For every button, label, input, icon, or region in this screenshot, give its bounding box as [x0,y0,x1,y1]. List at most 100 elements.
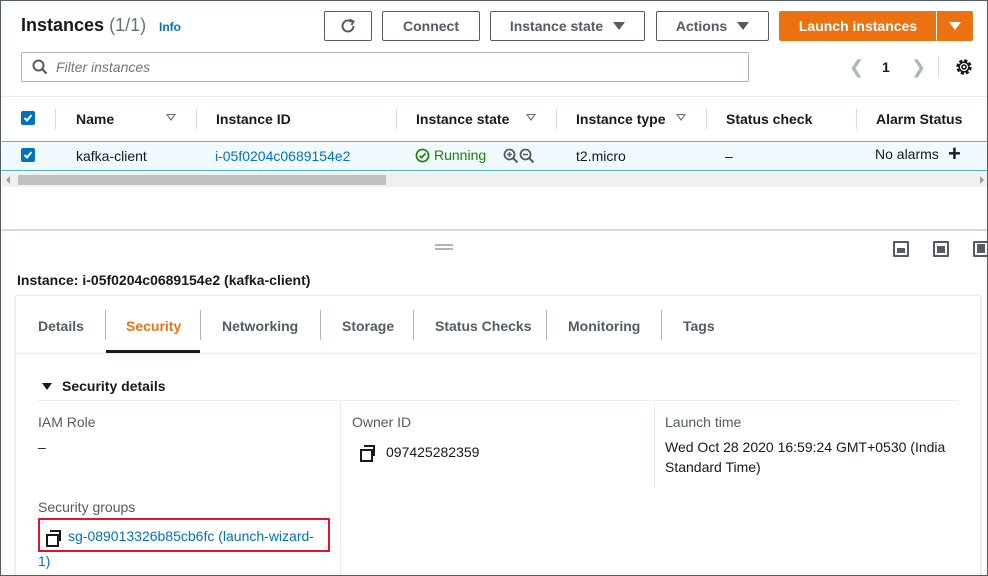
tab-separator [413,310,414,340]
owner-id-row: 097425282359 [360,444,480,462]
check-circle-icon [415,148,430,162]
column-separator [856,109,857,129]
instance-type: t2.micro [576,148,626,164]
previous-page-icon[interactable]: ❮ [849,57,864,78]
tab-tags[interactable]: Tags [683,318,715,334]
sort-icon[interactable] [676,114,686,121]
owner-id-value: 097425282359 [386,444,480,460]
filter-instances-input[interactable] [56,59,706,75]
detail-tabs: Details Security Networking Storage Stat… [16,296,980,354]
column-header-name[interactable]: Name [76,111,114,127]
launch-time-value-line1: Wed Oct 28 2020 16:59:24 GMT+0530 (India [665,439,946,455]
pager-divider [938,56,939,78]
sort-icon[interactable] [526,114,536,121]
instance-state-dropdown[interactable]: Instance state [490,11,645,41]
select-all-checkbox[interactable] [21,111,35,125]
iam-role-value: – [38,439,46,455]
column-header-alarm-status[interactable]: Alarm Status [876,111,962,127]
tab-separator [661,310,662,340]
resize-handle-icon[interactable] [435,244,453,250]
security-group-link[interactable]: sg-089013326b85cb6fc (launch-wizard- [68,528,314,544]
checkmark-icon [23,114,33,122]
column-separator [55,109,56,129]
security-details-toggle[interactable]: Security details [42,378,166,394]
checkmark-icon [23,151,33,159]
table-top-border [1,96,987,97]
tab-networking[interactable]: Networking [222,318,298,334]
caret-down-icon [613,22,626,30]
launch-time-value-line2: Standard Time) [665,459,761,475]
iam-role-label: IAM Role [38,414,96,430]
next-page-icon[interactable]: ❯ [911,57,926,78]
search-icon [32,59,48,75]
column-header-instance-state[interactable]: Instance state [416,111,509,127]
column-divider [340,402,341,575]
panel-view-small-icon[interactable] [893,241,909,257]
info-link[interactable]: Info [159,20,181,34]
caret-down-icon [42,382,52,390]
instance-detail-title: Instance: i-05f0204c0689154e2 (kafka-cli… [17,272,311,288]
filter-instances-search[interactable] [21,52,749,82]
copy-icon[interactable] [360,445,375,462]
panel-view-large-icon[interactable] [973,241,987,257]
zoom-in-icon[interactable] [503,148,519,164]
tab-details[interactable]: Details [38,318,84,334]
launch-instances-button[interactable]: Launch instances [779,11,937,41]
scrollbar-thumb[interactable] [18,175,386,185]
instance-state-running: Running [415,147,486,163]
column-separator [396,109,397,129]
status-check-value: – [725,148,733,164]
launch-instances-label: Launch instances [798,18,918,34]
column-header-instance-id[interactable]: Instance ID [216,111,291,127]
caret-down-icon [948,22,961,30]
panel-view-medium-icon[interactable] [933,241,949,257]
tab-security[interactable]: Security [126,318,181,334]
tab-monitoring[interactable]: Monitoring [568,318,640,334]
column-header-status-check[interactable]: Status check [726,111,812,127]
column-separator [556,109,557,129]
column-header-instance-type[interactable]: Instance type [576,111,665,127]
tab-storage[interactable]: Storage [342,318,394,334]
connect-button[interactable]: Connect [382,11,480,41]
gear-icon[interactable] [954,57,974,77]
current-page-number[interactable]: 1 [882,59,890,75]
tab-separator [320,310,321,340]
sort-icon[interactable] [166,114,176,121]
actions-dropdown[interactable]: Actions [656,11,769,41]
instance-count: (1/1) [109,15,147,35]
column-separator [196,109,197,129]
owner-id-label: Owner ID [352,414,412,430]
launch-instances-dropdown[interactable] [936,11,973,41]
actions-dropdown-label: Actions [675,18,728,34]
page-title: Instances (1/1) [21,15,146,36]
instance-id-link[interactable]: i-05f0204c0689154e2 [215,148,350,164]
instance-name: kafka-client [76,148,147,164]
tab-separator [105,310,106,340]
caret-down-icon [737,22,750,30]
tab-separator [546,310,547,340]
scroll-left-icon[interactable] [6,176,10,184]
scroll-right-icon[interactable] [980,176,984,184]
instance-details-panel: Details Security Networking Storage Stat… [15,295,981,575]
security-groups-label: Security groups [38,499,136,515]
refresh-icon [341,18,355,33]
security-group-link-continued[interactable]: 1) [38,553,50,569]
split-panel-divider [1,229,987,231]
zoom-out-icon[interactable] [519,148,535,164]
add-alarm-icon[interactable]: + [948,143,961,165]
tab-separator [200,310,201,340]
launch-time-label: Launch time [665,414,742,430]
table-row[interactable] [2,141,987,171]
copy-icon[interactable] [46,530,61,547]
ec2-instances-window: Instances (1/1) Info Connect Instance st… [0,0,988,576]
instance-state-text: Running [434,147,487,163]
alarm-status-value: No alarms [875,146,939,162]
security-details-heading: Security details [62,378,166,394]
row-checkbox[interactable] [21,148,35,162]
active-tab-indicator [106,350,200,353]
tab-status-checks[interactable]: Status Checks [435,318,531,334]
section-divider [38,400,958,401]
page-title-text: Instances [21,15,105,35]
refresh-button[interactable] [324,11,372,41]
horizontal-scrollbar[interactable] [2,173,987,187]
